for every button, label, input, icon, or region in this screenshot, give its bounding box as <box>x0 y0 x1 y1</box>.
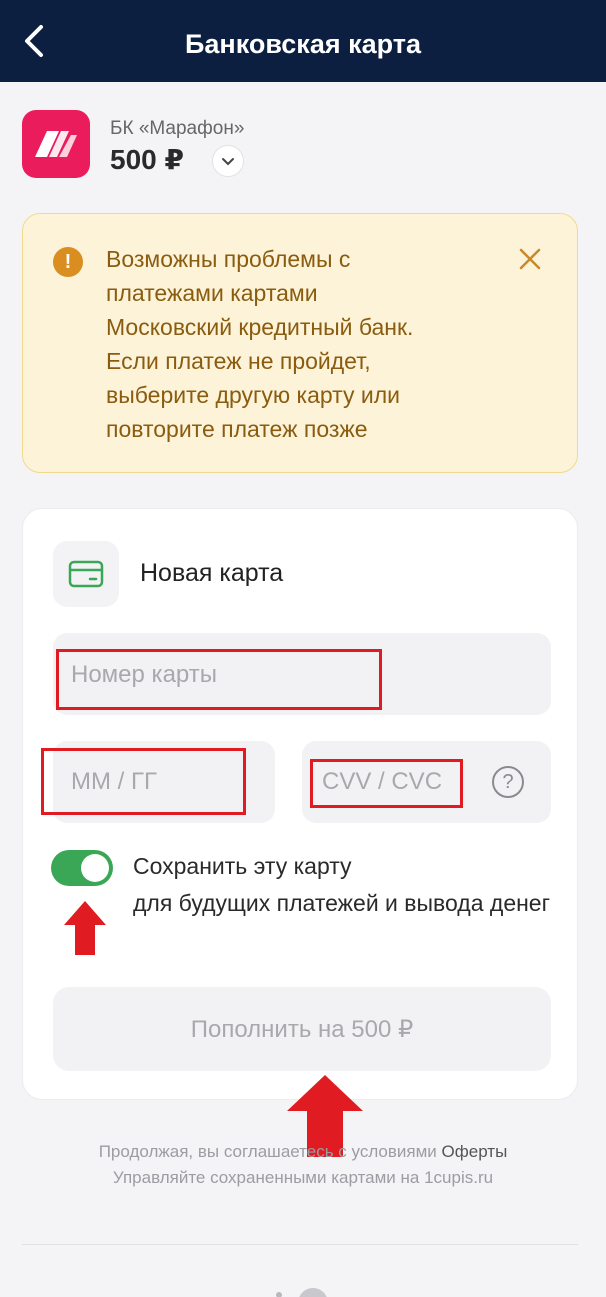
terms-text: Продолжая, вы соглашаетесь с условиями О… <box>0 1142 606 1162</box>
help-icon[interactable]: ? <box>492 766 524 798</box>
bottom-indicator <box>298 1288 328 1297</box>
payment-card-form: Новая карта ? Сохранить эту карту для бу… <box>22 508 578 1157</box>
save-card-toggle[interactable] <box>51 850 113 886</box>
credit-card-icon <box>68 560 104 588</box>
new-card-label: Новая карта <box>140 559 284 587</box>
exclamation-icon: ! <box>53 247 83 277</box>
toggle-knob <box>81 854 109 882</box>
terms-prefix: Продолжая, вы соглашаетесь с условиями <box>98 1142 442 1161</box>
cvv-field: ? <box>302 741 551 823</box>
merchant-logo <box>22 110 90 178</box>
card-number-input[interactable] <box>53 633 551 715</box>
merchant-name: БК «Марафон» <box>110 118 245 139</box>
warning-line: платежами картами <box>106 280 318 306</box>
top-up-button[interactable]: Пополнить на 500 ₽ <box>53 987 551 1071</box>
warning-line: повторите платеж позже <box>106 416 368 442</box>
page-title: Банковская карта <box>184 29 421 59</box>
expiry-input[interactable] <box>53 741 275 823</box>
marathon-logo-icon <box>35 131 77 157</box>
cvv-input[interactable] <box>302 741 452 823</box>
warning-line: Если платеж не пройдет, <box>106 348 371 374</box>
warning-line: Московский кредитный банк. <box>106 314 414 340</box>
bottom-dot <box>276 1292 282 1297</box>
save-card-title: Сохранить эту карту <box>133 853 352 879</box>
divider <box>22 1244 578 1245</box>
warning-banner: ! Возможны проблемы с платежами картами … <box>22 213 578 473</box>
amount-dropdown-button[interactable] <box>212 145 244 177</box>
warning-line: выберите другую карту или <box>106 382 400 408</box>
warning-line: Возможны проблемы с <box>106 246 351 272</box>
top-bar: Банковская карта <box>0 0 606 82</box>
expiry-field <box>53 741 275 823</box>
close-icon <box>519 248 541 270</box>
terms-link[interactable]: Оферты <box>442 1142 508 1161</box>
manage-cards-text: Управляйте сохраненными картами на 1cupi… <box>112 1168 494 1187</box>
close-warning-button[interactable] <box>517 246 543 272</box>
payment-amount: 500 ₽ <box>110 144 184 175</box>
new-card-icon-tile <box>53 541 119 607</box>
chevron-down-icon <box>222 157 234 165</box>
save-card-description: для будущих платежей и вывода денег <box>133 890 550 916</box>
annotation-arrow-icon <box>64 901 106 955</box>
warning-text: Возможны проблемы с платежами картами Мо… <box>106 242 486 446</box>
card-number-field <box>53 633 551 715</box>
